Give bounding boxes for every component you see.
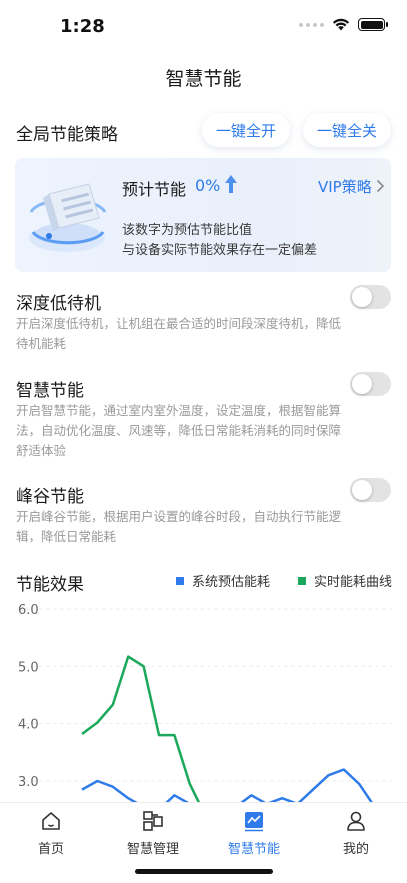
status-time: 1:28	[60, 16, 105, 37]
legend-estimated: 系统预估能耗	[176, 571, 270, 590]
y-tick-label: 4.0	[18, 718, 39, 733]
chevron-right-icon[interactable]	[376, 179, 385, 193]
energy-chart-icon	[245, 812, 263, 832]
estimate-title: 预计节能	[122, 180, 187, 199]
peak-valley-desc: 开启峰谷节能，根据用户设置的峰谷时段，自动执行节能逻辑，降低日常能耗	[16, 509, 342, 544]
tab-smart-energy[interactable]: 智慧节能	[204, 809, 304, 857]
page-title: 智慧节能	[165, 68, 242, 90]
estimate-note-1: 该数字为预估节能比值	[122, 223, 253, 238]
deep-standby-title: 深度低待机	[16, 294, 101, 314]
tab-smart-energy-label: 智慧节能	[227, 842, 280, 857]
tab-smart-management[interactable]: 智慧管理	[103, 809, 203, 857]
estimate-note-2: 与设备实际节能效果存在一定偏差	[122, 243, 318, 258]
energy-chart: 6.0 5.0 4.0 3.0	[18, 603, 392, 802]
tab-home[interactable]: 首页	[1, 809, 101, 857]
series-line-realtime	[81, 655, 201, 802]
effect-title: 节能效果	[16, 575, 84, 595]
all-on-button[interactable]: 一键全开	[202, 113, 290, 147]
legend-realtime-label: 实时能耗曲线	[314, 575, 393, 590]
deep-standby-desc: 开启深度低待机，让机组在最合适的时间段深度待机，降低待机能耗	[16, 316, 342, 351]
series-line-estimated	[81, 768, 373, 802]
estimate-value: 0%	[195, 176, 221, 195]
peak-valley-title: 峰谷节能	[16, 487, 84, 507]
status-icons	[299, 18, 388, 31]
smart-saving-desc: 开启智慧节能，通过室内室外温度，设定温度，根据智能算法，自动优化温度、风速等，降…	[16, 403, 342, 458]
legend-realtime-swatch	[298, 576, 306, 585]
y-tick-label: 5.0	[18, 660, 39, 675]
home-indicator	[135, 869, 273, 874]
y-tick-label: 6.0	[18, 603, 39, 618]
deep-standby-toggle[interactable]	[350, 285, 391, 309]
smart-saving-toggle[interactable]	[350, 372, 391, 396]
battery-icon	[358, 18, 388, 31]
peak-valley-toggle[interactable]	[350, 478, 391, 502]
vip-strategy-link[interactable]: VIP策略	[318, 176, 372, 197]
tab-smart-management-label: 智慧管理	[126, 842, 179, 857]
wifi-icon	[332, 18, 350, 31]
all-off-button[interactable]: 一键全关	[303, 113, 391, 147]
manage-icon	[143, 811, 163, 831]
legend-estimated-label: 系统预估能耗	[192, 575, 271, 590]
tab-profile-label: 我的	[342, 842, 369, 857]
tab-home-label: 首页	[37, 842, 64, 857]
ac-unit-illustration-icon	[29, 183, 107, 252]
global-strategy-title: 全局节能策略	[16, 125, 118, 145]
signal-dots-icon	[299, 22, 324, 27]
arrow-up-icon	[225, 175, 237, 193]
legend-realtime: 实时能耗曲线	[298, 571, 392, 590]
y-tick-label: 3.0	[18, 775, 39, 790]
home-icon	[42, 812, 60, 830]
smart-saving-title: 智慧节能	[16, 381, 84, 401]
legend-estimated-swatch	[176, 576, 184, 585]
tab-profile[interactable]: 我的	[306, 809, 406, 857]
estimate-card: 预计节能 0% VIP策略 该数字为预估节能比值 与设备实际节能效果存在一定偏差	[15, 158, 391, 272]
profile-icon	[347, 811, 365, 831]
status-bar: 1:28	[0, 0, 407, 54]
